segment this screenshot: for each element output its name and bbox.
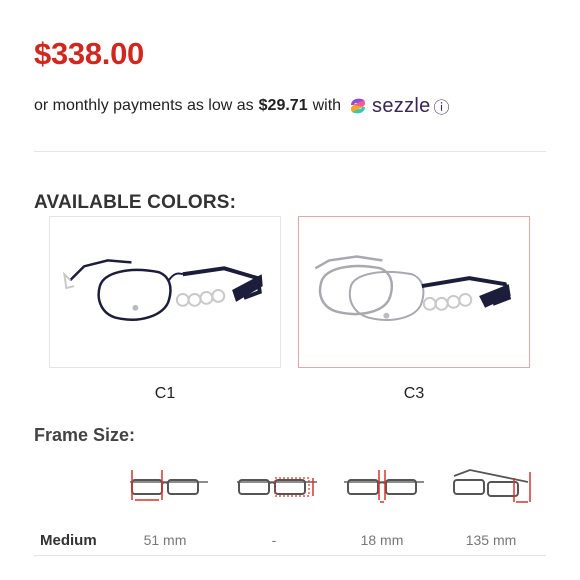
section-divider: [34, 151, 546, 152]
eyeglasses-c1-image: [62, 259, 263, 321]
size-name: Medium: [40, 532, 97, 549]
sezzle-logo[interactable]: sezzle: [347, 95, 431, 118]
product-price: $338.00: [34, 36, 144, 71]
frame-size-row-medium: Medium 51 mm - 18 mm 135 mm: [34, 522, 546, 556]
financing-amount: $29.71: [258, 97, 308, 114]
financing-with-label: with: [312, 97, 342, 114]
sezzle-wordmark: sezzle: [372, 94, 431, 117]
color-label-c1: C1: [154, 385, 176, 402]
bridge-value: 18 mm: [360, 532, 404, 548]
color-label-c3: C3: [403, 385, 425, 402]
lens-height-icon: [233, 464, 319, 506]
temple-value: 135 mm: [465, 532, 517, 548]
lens-width-icon: [124, 464, 210, 506]
financing-line: or monthly payments as low as $29.71 wit…: [34, 94, 450, 118]
info-icon[interactable]: ⓘ: [434, 94, 450, 118]
frame-size-heading: Frame Size:: [34, 425, 136, 445]
color-swatch-c3[interactable]: [298, 216, 530, 368]
available-colors-heading: AVAILABLE COLORS:: [34, 192, 237, 213]
sezzle-mark-icon: [351, 98, 366, 114]
bridge-width-icon: [340, 464, 426, 506]
financing-prefix: or monthly payments as low as: [34, 97, 254, 114]
lens-height-value: -: [271, 532, 277, 548]
eyeglasses-c3-image: [314, 255, 512, 321]
temple-length-icon: [448, 464, 534, 506]
lens-width-value: 51 mm: [143, 532, 187, 548]
color-swatch-c1[interactable]: [49, 216, 281, 368]
